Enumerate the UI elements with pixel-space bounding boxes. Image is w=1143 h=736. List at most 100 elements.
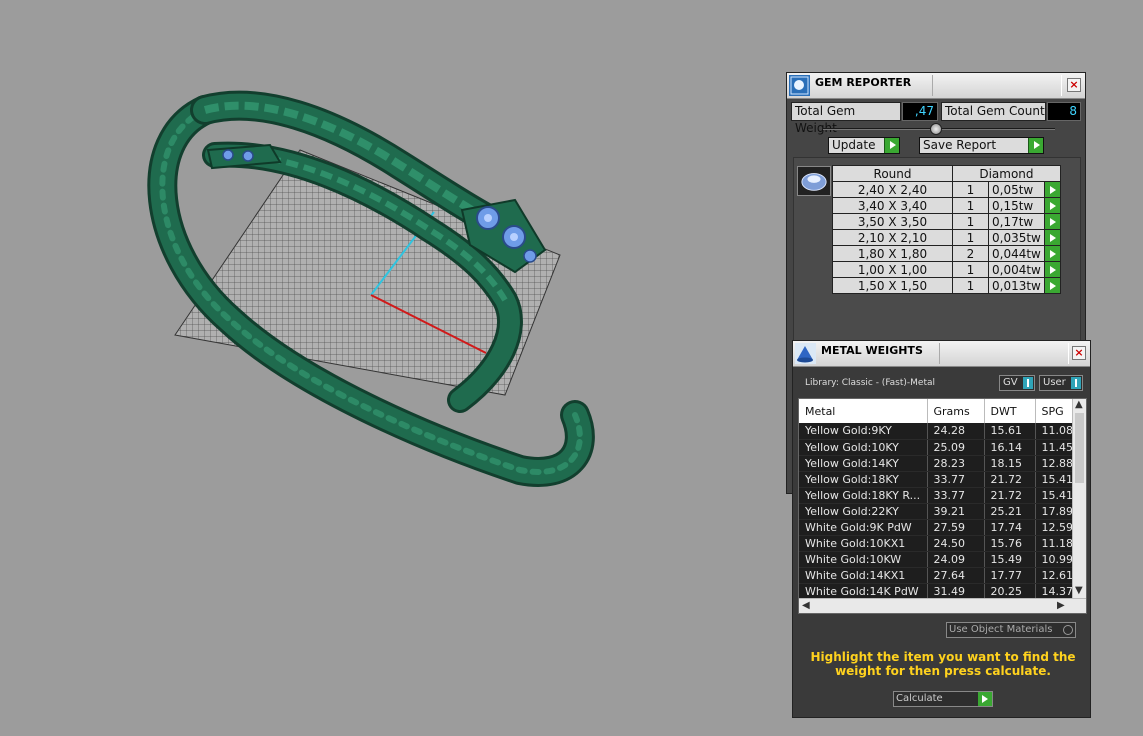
- metal-name-cell: White Gold:10KX1: [799, 535, 928, 552]
- metal-spg-cell: 11.45: [1035, 439, 1076, 456]
- metal-spg-cell: 11.08: [1035, 423, 1076, 440]
- calculate-button[interactable]: Calculate: [893, 691, 993, 707]
- metal-dwt-cell: 16.14: [984, 439, 1036, 456]
- user-toggle[interactable]: User: [1039, 375, 1083, 391]
- metal-dwt-cell: 25.21: [984, 503, 1036, 520]
- gem-reporter-titlebar[interactable]: GEM REPORTER ×: [787, 73, 1085, 99]
- metal-table: Metal Grams DWT SPG Yellow Gold:9KY 24.28…: [799, 399, 1076, 600]
- gem-table-header: Round Diamond: [832, 165, 1061, 182]
- gem-count-cell: 1: [952, 277, 989, 294]
- total-gem-weight-value: ,47: [902, 102, 938, 121]
- metal-row[interactable]: Yellow Gold:14KY 28.23 18.15 12.88: [799, 455, 1076, 472]
- metal-grams-cell: 33.77: [927, 471, 985, 488]
- metal-weights-icon: [795, 343, 816, 364]
- column-header-spg[interactable]: SPG: [1035, 399, 1076, 423]
- metal-spg-cell: 17.89: [1035, 503, 1076, 520]
- gv-toggle[interactable]: GV: [999, 375, 1035, 391]
- metal-grams-cell: 31.49: [927, 583, 985, 600]
- metal-dwt-cell: 17.74: [984, 519, 1036, 536]
- select-gem-arrow-icon[interactable]: [1043, 181, 1061, 198]
- titlebar-grip: [939, 343, 1069, 364]
- horizontal-scrollbar[interactable]: ◀ ▶: [799, 598, 1086, 613]
- gem-row[interactable]: 1,00 X 1,00 1 0,004tw: [832, 261, 1061, 278]
- scroll-thumb[interactable]: [1075, 413, 1084, 483]
- use-object-materials-option[interactable]: Use Object Materials: [946, 622, 1076, 638]
- gem-row[interactable]: 1,80 X 1,80 2 0,044tw: [832, 245, 1061, 262]
- metal-row[interactable]: White Gold:14KX1 27.64 17.77 12.61: [799, 567, 1076, 584]
- gem-size-cell: 1,00 X 1,00: [832, 261, 953, 278]
- metal-name-cell: White Gold:14K PdW: [799, 583, 928, 600]
- play-arrow-icon: [884, 138, 899, 153]
- gem-row[interactable]: 1,50 X 1,50 1 0,013tw: [832, 277, 1061, 294]
- metal-row[interactable]: White Gold:10KX1 24.50 15.76 11.18: [799, 535, 1076, 552]
- column-header-metal[interactable]: Metal: [799, 399, 928, 423]
- select-gem-arrow-icon[interactable]: [1043, 277, 1061, 294]
- play-arrow-icon: [1028, 138, 1043, 153]
- gem-size-cell: 2,40 X 2,40: [832, 181, 953, 198]
- metal-name-cell: Yellow Gold:14KY: [799, 455, 928, 472]
- metal-spg-cell: 10.99: [1035, 551, 1076, 568]
- gem-count-cell: 1: [952, 197, 989, 214]
- metal-weights-close-button[interactable]: ×: [1072, 346, 1086, 360]
- gem-weight-cell: 0,044tw: [988, 245, 1045, 262]
- metal-weights-title: METAL WEIGHTS: [821, 344, 923, 357]
- metal-row[interactable]: Yellow Gold:10KY 25.09 16.14 11.45: [799, 439, 1076, 456]
- radio-icon: [1063, 625, 1073, 635]
- metal-spg-cell: 12.88: [1035, 455, 1076, 472]
- gem-size-cell: 1,80 X 1,80: [832, 245, 953, 262]
- metal-row[interactable]: White Gold:10KW 24.09 15.49 10.99: [799, 551, 1076, 568]
- metal-name-cell: Yellow Gold:18KY: [799, 471, 928, 488]
- metal-row[interactable]: White Gold:9K PdW 27.59 17.74 12.59: [799, 519, 1076, 536]
- gem-size-cell: 1,50 X 1,50: [832, 277, 953, 294]
- metal-row[interactable]: Yellow Gold:18KY 33.77 21.72 15.41: [799, 471, 1076, 488]
- update-button-label: Update: [832, 138, 876, 152]
- select-gem-arrow-icon[interactable]: [1043, 261, 1061, 278]
- metal-grams-cell: 39.21: [927, 503, 985, 520]
- metal-row[interactable]: Yellow Gold:22KY 39.21 25.21 17.89: [799, 503, 1076, 520]
- save-report-button-label: Save Report: [923, 138, 997, 152]
- scroll-left-icon[interactable]: ◀: [802, 600, 810, 611]
- metal-weights-titlebar[interactable]: METAL WEIGHTS ×: [793, 341, 1090, 367]
- toggle-icon: [1071, 377, 1081, 389]
- select-gem-arrow-icon[interactable]: [1043, 229, 1061, 246]
- scroll-up-icon[interactable]: ▲: [1075, 399, 1083, 410]
- vertical-scrollbar[interactable]: ▲ ▼: [1072, 399, 1086, 600]
- metal-spg-cell: 12.61: [1035, 567, 1076, 584]
- user-toggle-label: User: [1043, 377, 1066, 388]
- round-diamond-thumbnail-icon[interactable]: [797, 166, 831, 196]
- gem-row[interactable]: 3,40 X 3,40 1 0,15tw: [832, 197, 1061, 214]
- gem-row[interactable]: 2,40 X 2,40 1 0,05tw: [832, 181, 1061, 198]
- metal-dwt-cell: 17.77: [984, 567, 1036, 584]
- column-header-grams[interactable]: Grams: [927, 399, 985, 423]
- select-gem-arrow-icon[interactable]: [1043, 213, 1061, 230]
- calculate-button-label: Calculate: [896, 693, 943, 704]
- select-gem-arrow-icon[interactable]: [1043, 245, 1061, 262]
- metal-name-cell: Yellow Gold:22KY: [799, 503, 928, 520]
- gem-slider-knob[interactable]: [930, 123, 942, 135]
- metal-row[interactable]: Yellow Gold:9KY 24.28 15.61 11.08: [799, 423, 1076, 440]
- column-header-dwt[interactable]: DWT: [984, 399, 1036, 423]
- metal-dwt-cell: 15.49: [984, 551, 1036, 568]
- toggle-icon: [1023, 377, 1033, 389]
- select-gem-arrow-icon[interactable]: [1043, 197, 1061, 214]
- scroll-right-icon[interactable]: ▶: [1057, 600, 1065, 611]
- gem-table: Round Diamond 2,40 X 2,40 1 0,05tw 3,40 X 3…: [832, 165, 1061, 294]
- metal-name-cell: Yellow Gold:9KY: [799, 423, 928, 440]
- scroll-down-icon[interactable]: ▼: [1075, 585, 1083, 596]
- gem-reporter-title: GEM REPORTER: [815, 76, 912, 89]
- metal-grams-cell: 28.23: [927, 455, 985, 472]
- save-report-button[interactable]: Save Report: [919, 137, 1044, 154]
- metal-dwt-cell: 18.15: [984, 455, 1036, 472]
- library-label: Library: Classic - (Fast)-Metal: [805, 378, 936, 388]
- metal-dwt-cell: 15.76: [984, 535, 1036, 552]
- gem-size-cell: 3,40 X 3,40: [832, 197, 953, 214]
- metal-spg-cell: 15.41: [1035, 487, 1076, 504]
- metal-row[interactable]: Yellow Gold:18KY R... 33.77 21.72 15.41: [799, 487, 1076, 504]
- update-button[interactable]: Update: [828, 137, 900, 154]
- gem-row[interactable]: 2,10 X 2,10 1 0,035tw: [832, 229, 1061, 246]
- gem-row[interactable]: 3,50 X 3,50 1 0,17tw: [832, 213, 1061, 230]
- metal-row[interactable]: White Gold:14K PdW 31.49 20.25 14.37: [799, 583, 1076, 600]
- gem-reporter-close-button[interactable]: ×: [1067, 78, 1081, 92]
- metal-weights-panel: METAL WEIGHTS × Library: Classic - (Fast…: [792, 340, 1091, 718]
- gem-weight-cell: 0,035tw: [988, 229, 1045, 246]
